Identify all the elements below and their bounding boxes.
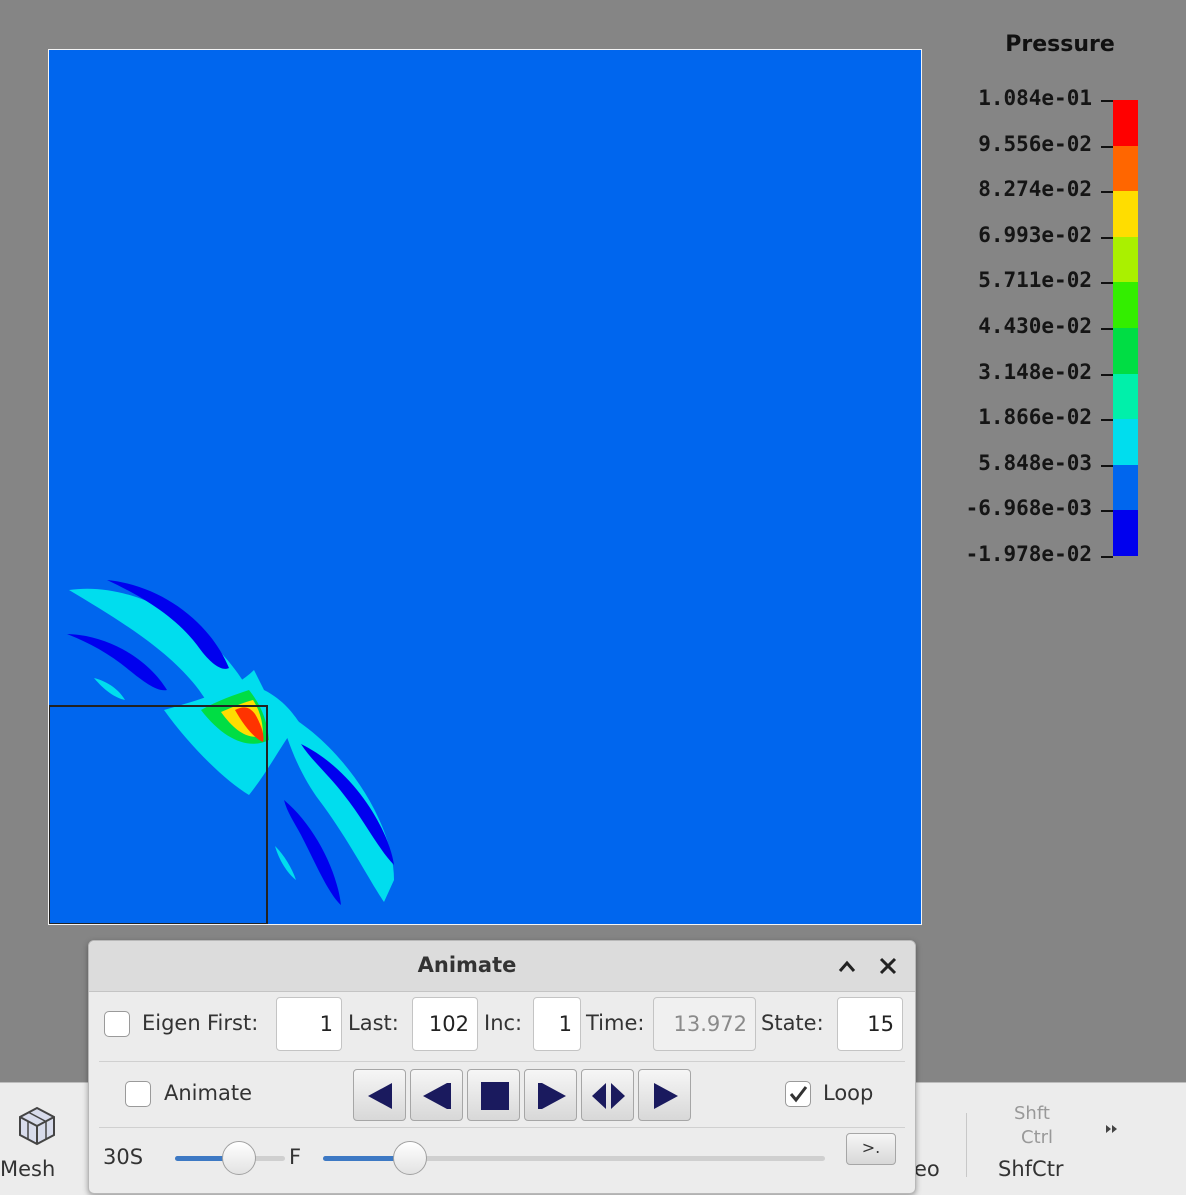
step-forward-button[interactable] bbox=[524, 1069, 577, 1121]
animate-dialog: Animate Eigen First: 1 Last: 102 Inc: 1 … bbox=[88, 940, 916, 1194]
legend-tick bbox=[1101, 373, 1113, 376]
mesh-icon[interactable] bbox=[16, 1105, 58, 1147]
legend-label: 4.430e-02 bbox=[978, 314, 1092, 338]
pingpong-button[interactable] bbox=[581, 1069, 634, 1121]
legend-swatch bbox=[1113, 145, 1138, 192]
legend-tick bbox=[1101, 236, 1113, 239]
inc-field[interactable]: 1 bbox=[533, 997, 581, 1051]
legend-tick bbox=[1101, 556, 1113, 558]
state-label: State: bbox=[761, 1011, 824, 1035]
contour-band-light bbox=[279, 710, 394, 902]
legend-label: 5.711e-02 bbox=[978, 268, 1092, 293]
loop-label: Loop bbox=[823, 1081, 874, 1105]
toolbar-divider bbox=[966, 1113, 967, 1177]
contour-band-light bbox=[275, 846, 296, 880]
legend-label: 6.993e-02 bbox=[978, 222, 1092, 247]
step-back-icon bbox=[423, 1083, 451, 1109]
legend-label: 3.148e-02 bbox=[978, 359, 1092, 384]
eigen-label: Eigen bbox=[142, 1011, 201, 1035]
eigen-checkbox[interactable] bbox=[104, 1011, 130, 1037]
close-icon[interactable] bbox=[878, 956, 898, 976]
speed-slow-label: 30S bbox=[103, 1145, 144, 1169]
state-field[interactable]: 15 bbox=[837, 997, 903, 1051]
slider-knob[interactable] bbox=[222, 1141, 256, 1175]
slider-knob[interactable] bbox=[393, 1141, 427, 1175]
checkmark-icon bbox=[789, 1086, 808, 1103]
first-field[interactable]: 1 bbox=[276, 997, 342, 1051]
legend-title: Pressure bbox=[1005, 32, 1115, 57]
mesh-label[interactable]: Mesh bbox=[0, 1157, 55, 1181]
step-back-button[interactable] bbox=[410, 1069, 463, 1121]
animate-checkbox[interactable] bbox=[125, 1081, 151, 1107]
legend-label: 9.556e-02 bbox=[978, 131, 1092, 156]
legend-swatch bbox=[1113, 328, 1138, 374]
stop-icon bbox=[481, 1082, 509, 1110]
speed-fast-label: F bbox=[289, 1145, 302, 1169]
stop-button[interactable] bbox=[467, 1069, 520, 1121]
first-frame-icon bbox=[368, 1083, 392, 1109]
contour-band-light bbox=[94, 678, 125, 700]
legend-tick bbox=[1101, 145, 1113, 148]
legend-tick bbox=[1101, 191, 1113, 194]
pressure-contour-plot[interactable] bbox=[48, 49, 922, 925]
legend-tick bbox=[1101, 419, 1113, 422]
legend-swatch bbox=[1113, 100, 1138, 146]
animate-titlebar[interactable]: Animate bbox=[89, 941, 915, 992]
legend-swatch bbox=[1113, 419, 1138, 466]
row-separator bbox=[99, 1061, 905, 1062]
inc-label: Inc: bbox=[484, 1011, 523, 1035]
legend-swatch bbox=[1113, 191, 1138, 238]
ctrl-key-label: Ctrl bbox=[1021, 1127, 1054, 1148]
toolbar-partial-label: eo bbox=[914, 1157, 940, 1181]
row-separator bbox=[99, 1127, 905, 1128]
contour-field bbox=[49, 580, 394, 924]
play-button[interactable] bbox=[638, 1069, 691, 1121]
speed-slider[interactable] bbox=[175, 1141, 285, 1175]
legend-label: 5.848e-03 bbox=[978, 450, 1092, 475]
state-slider[interactable] bbox=[323, 1141, 825, 1175]
time-label: Time: bbox=[586, 1011, 645, 1035]
legend-tick bbox=[1101, 282, 1113, 285]
legend-swatch bbox=[1113, 373, 1138, 420]
shft-key-label: Shft bbox=[1014, 1103, 1050, 1124]
legend-label: 1.866e-02 bbox=[978, 405, 1092, 430]
first-label: First: bbox=[207, 1011, 259, 1035]
last-field[interactable]: 102 bbox=[412, 997, 478, 1051]
legend-label: 1.084e-01 bbox=[978, 86, 1092, 110]
animate-label: Animate bbox=[164, 1081, 252, 1105]
collapse-icon[interactable] bbox=[837, 957, 857, 975]
step-increment-button[interactable]: >. bbox=[846, 1133, 896, 1165]
legend-tick bbox=[1101, 510, 1113, 513]
toolbar-overflow-icon[interactable] bbox=[1104, 1121, 1120, 1135]
animate-title: Animate bbox=[417, 953, 517, 977]
legend-swatch bbox=[1113, 236, 1138, 283]
loop-checkbox[interactable] bbox=[785, 1081, 811, 1107]
step-forward-icon bbox=[538, 1083, 566, 1109]
legend-label: 8.274e-02 bbox=[978, 177, 1092, 202]
legend-tick bbox=[1101, 464, 1113, 467]
pingpong-icon bbox=[592, 1083, 625, 1109]
shfctr-label[interactable]: ShfCtr bbox=[998, 1157, 1064, 1181]
legend-label: -6.968e-03 bbox=[965, 496, 1092, 521]
legend-swatch bbox=[1113, 510, 1138, 557]
last-label: Last: bbox=[348, 1011, 399, 1035]
play-icon bbox=[654, 1083, 678, 1109]
legend-label: -1.978e-02 bbox=[965, 542, 1092, 566]
first-frame-button[interactable] bbox=[353, 1069, 406, 1121]
time-field: 13.972 bbox=[653, 997, 756, 1051]
legend-swatch bbox=[1113, 282, 1138, 329]
legend-tick bbox=[1101, 100, 1113, 102]
legend-swatch bbox=[1113, 464, 1138, 511]
legend-tick bbox=[1101, 328, 1113, 330]
